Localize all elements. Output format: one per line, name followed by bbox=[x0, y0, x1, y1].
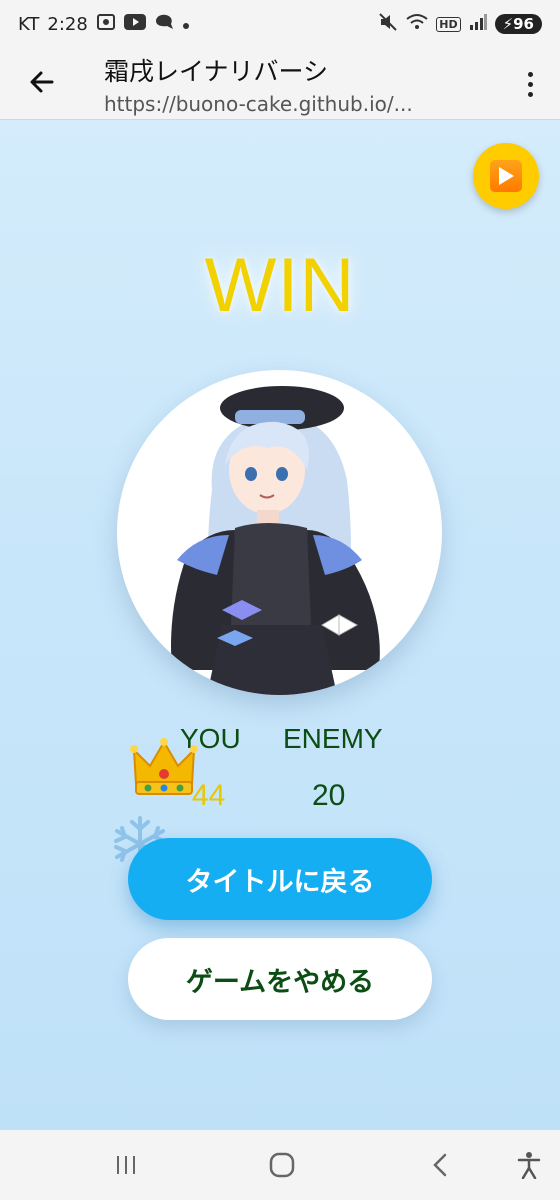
page-url[interactable]: https://buono-cake.github.io/... bbox=[104, 92, 479, 118]
mute-icon bbox=[378, 12, 398, 36]
accessibility-button[interactable] bbox=[509, 1150, 549, 1180]
hd-badge: HD bbox=[436, 16, 461, 32]
page-title: 霜戌レイナリバーシ bbox=[104, 57, 329, 86]
enemy-label: ENEMY bbox=[283, 723, 383, 754]
recent-apps-button[interactable] bbox=[106, 1150, 146, 1180]
android-nav-bar bbox=[0, 1130, 560, 1200]
home-button[interactable] bbox=[262, 1150, 302, 1180]
back-button[interactable] bbox=[22, 62, 62, 102]
arrow-left-icon bbox=[30, 71, 54, 93]
menu-dot bbox=[527, 71, 533, 77]
status-left: KT 2:28 bbox=[18, 13, 190, 35]
status-bar: KT 2:28 HD ⚡96 bbox=[0, 0, 560, 48]
recent-apps-icon bbox=[117, 1156, 135, 1174]
menu-dot bbox=[527, 81, 533, 87]
menu-dot bbox=[527, 91, 533, 97]
chat-icon bbox=[154, 13, 174, 35]
play-button[interactable] bbox=[473, 143, 539, 209]
accessibility-icon bbox=[517, 1152, 541, 1179]
home-icon bbox=[269, 1152, 295, 1178]
quit-game-button[interactable]: ゲームをやめる bbox=[128, 938, 432, 1020]
screenshot-icon bbox=[96, 13, 116, 35]
battery-level: 96 bbox=[513, 15, 534, 33]
dot-icon bbox=[182, 15, 190, 34]
battery-indicator: ⚡96 bbox=[494, 14, 542, 34]
game-result-screen: WIN YOU ENEMY 44 20 タイトルに戻る ゲームをやめる bbox=[0, 120, 560, 1130]
result-text: WIN bbox=[204, 243, 356, 328]
character-avatar bbox=[117, 370, 442, 695]
enemy-score: 20 bbox=[312, 779, 346, 812]
crown-icon bbox=[130, 738, 198, 795]
wifi-icon bbox=[406, 13, 428, 35]
chevron-left-icon bbox=[433, 1153, 447, 1177]
signal-icon bbox=[469, 14, 487, 34]
clock: 2:28 bbox=[47, 13, 88, 35]
play-icon bbox=[490, 160, 522, 192]
status-right: HD ⚡96 bbox=[378, 12, 542, 36]
kebab-menu-icon[interactable] bbox=[518, 66, 542, 102]
nav-back-button[interactable] bbox=[420, 1150, 460, 1180]
carrier-label: KT bbox=[18, 13, 40, 35]
back-to-title-button[interactable]: タイトルに戻る bbox=[128, 838, 432, 920]
character-illustration bbox=[171, 386, 380, 695]
youtube-icon bbox=[123, 14, 146, 34]
browser-toolbar: 霜戌レイナリバーシ https://buono-cake.github.io/.… bbox=[0, 48, 560, 120]
